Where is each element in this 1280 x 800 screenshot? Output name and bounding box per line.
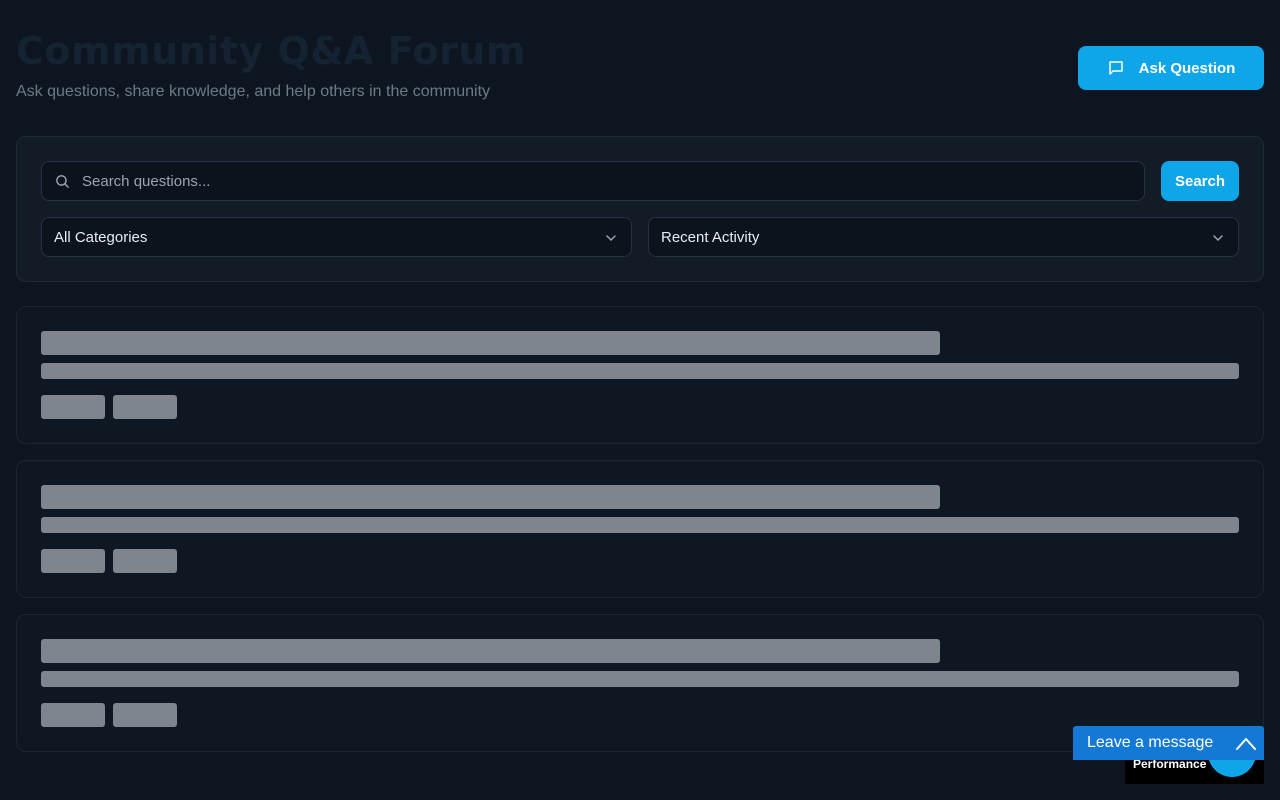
page-subtitle: Ask questions, share knowledge, and help… (16, 83, 491, 100)
sort-select[interactable]: Recent Activity (648, 217, 1239, 257)
skeleton-title (41, 331, 940, 355)
category-select-value: All Categories (54, 228, 148, 246)
page-header: Community Q&A Forum Ask questions, share… (16, 28, 1264, 108)
search-button[interactable]: Search (1161, 161, 1239, 201)
page-title: Community Q&A Forum (16, 29, 526, 73)
question-card-skeleton (16, 460, 1264, 598)
message-square-icon (1108, 61, 1123, 75)
chevron-down-icon (1213, 235, 1223, 242)
skeleton-tag (113, 395, 177, 419)
search-icon (56, 175, 69, 188)
skeleton-tag (41, 703, 105, 727)
chevron-up-icon[interactable] (1236, 734, 1256, 752)
skeleton-tag (41, 395, 105, 419)
filter-panel: Search All Categories Recent Activity (16, 136, 1264, 282)
search-box (41, 161, 1145, 201)
search-input[interactable] (82, 162, 1142, 200)
chat-label: Leave a message (1087, 734, 1214, 751)
chat-widget[interactable]: Leave a message (1073, 726, 1264, 760)
skeleton-tag (41, 549, 105, 573)
skeleton-title (41, 485, 940, 509)
skeleton-tag (113, 703, 177, 727)
skeleton-line (41, 671, 1239, 687)
skeleton-title (41, 639, 940, 663)
skeleton-line (41, 517, 1239, 533)
sort-select-value: Recent Activity (661, 228, 760, 246)
chevron-down-icon (606, 235, 616, 242)
skeleton-tag (113, 549, 177, 573)
question-card-skeleton (16, 306, 1264, 444)
ask-question-label: Ask Question (1138, 59, 1236, 77)
ask-question-button[interactable]: Ask Question (1078, 46, 1264, 90)
skeleton-line (41, 363, 1239, 379)
category-select[interactable]: All Categories (41, 217, 632, 257)
